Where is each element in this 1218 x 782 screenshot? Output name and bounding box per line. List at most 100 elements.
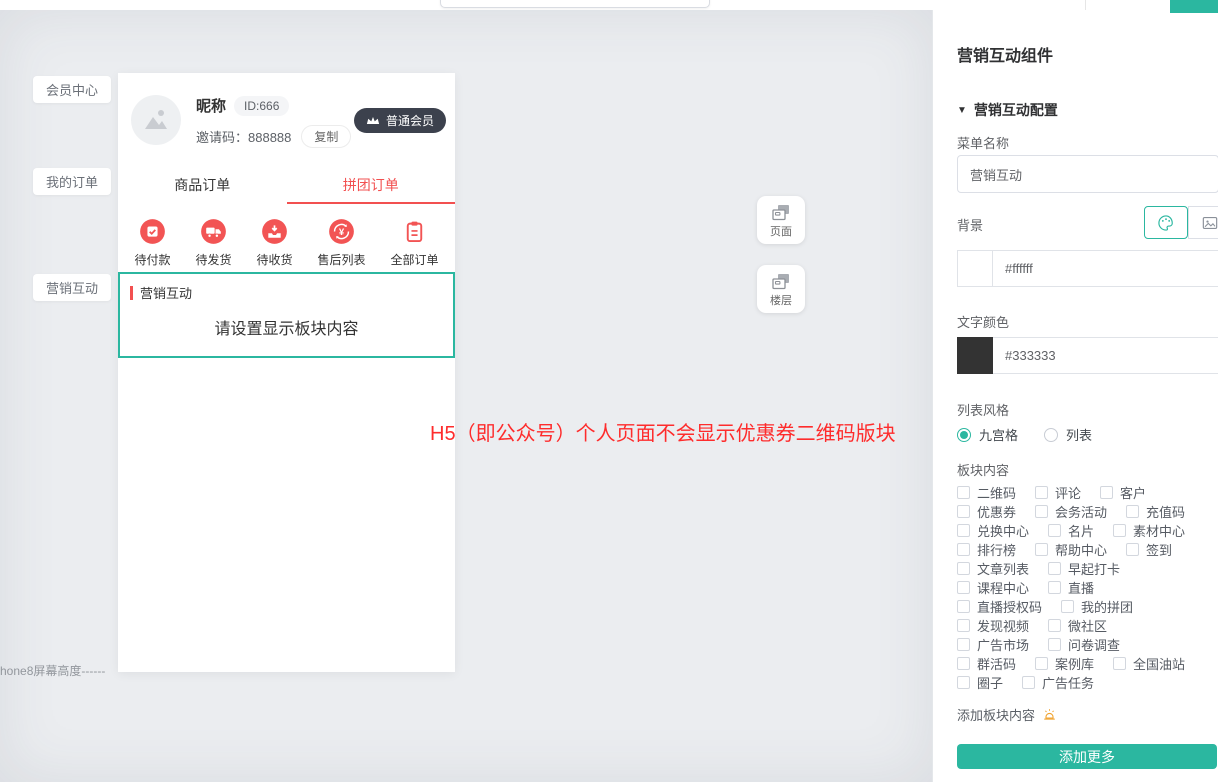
checkbox-label: 群活码 <box>977 654 1016 673</box>
checkbox-icon[interactable] <box>957 524 970 537</box>
canvas-tag-my-orders[interactable]: 我的订单 <box>33 168 111 195</box>
checkbox-icon[interactable] <box>1022 676 1035 689</box>
phone-preview: 昵称 ID:666 邀请码：888888 复制 普通会员 商品订单 拼团订单 <box>118 73 455 672</box>
canvas-tag-marketing[interactable]: 营销互动 <box>33 274 111 301</box>
tab-group-orders[interactable]: 拼团订单 <box>287 170 456 204</box>
checkbox-icon[interactable] <box>957 619 970 632</box>
checkbox-comments[interactable]: 评论 <box>1035 483 1081 502</box>
radio-grid-style[interactable]: 九宫格 <box>957 425 1018 444</box>
checkbox-micro-community[interactable]: 微社区 <box>1048 616 1107 635</box>
checkbox-label: 微社区 <box>1068 616 1107 635</box>
screen-height-note: hone8屏幕高度------ <box>0 662 105 679</box>
palette-icon <box>1156 213 1176 233</box>
radio-unselected-icon[interactable] <box>1044 428 1058 442</box>
member-level-badge[interactable]: 普通会员 <box>354 108 446 133</box>
checkbox-label: 全国油站 <box>1133 654 1185 673</box>
checkbox-row: 群活码 案例库 全国油站 <box>957 654 1218 673</box>
radio-selected-icon[interactable] <box>957 428 971 442</box>
config-section-header[interactable]: ▼ 营销互动配置 <box>957 100 1058 120</box>
checkbox-icon[interactable] <box>957 657 970 670</box>
floor-layers-button[interactable]: 楼层 <box>757 265 805 313</box>
marketing-block-selected[interactable]: 营销互动 请设置显示板块内容 <box>118 272 455 358</box>
checkbox-ad-market[interactable]: 广告市场 <box>957 635 1029 654</box>
checkbox-icon[interactable] <box>1035 657 1048 670</box>
checkbox-early-rise[interactable]: 早起打卡 <box>1048 559 1120 578</box>
radio-list-style[interactable]: 列表 <box>1044 425 1092 444</box>
text-color-row <box>957 337 1218 374</box>
checkbox-material-center[interactable]: 素材中心 <box>1113 521 1185 540</box>
checkbox-article-list[interactable]: 文章列表 <box>957 559 1029 578</box>
checkbox-recharge-code[interactable]: 充值码 <box>1126 502 1185 521</box>
checkbox-icon[interactable] <box>1126 505 1139 518</box>
checkbox-circle[interactable]: 圈子 <box>957 673 1003 692</box>
checkbox-live-auth-code[interactable]: 直播授权码 <box>957 597 1042 616</box>
order-item-all-orders[interactable]: 全部订单 <box>390 218 438 268</box>
checkbox-icon[interactable] <box>1048 619 1061 632</box>
text-color-input[interactable] <box>993 337 1218 374</box>
checkbox-group-live-code[interactable]: 群活码 <box>957 654 1016 673</box>
background-color-input[interactable] <box>993 250 1218 287</box>
checkbox-gas-station[interactable]: 全国油站 <box>1113 654 1185 673</box>
checkbox-ad-task[interactable]: 广告任务 <box>1022 673 1094 692</box>
checkbox-icon[interactable] <box>957 638 970 651</box>
checkbox-icon[interactable] <box>957 562 970 575</box>
order-item-pending-shipment[interactable]: 待发货 <box>195 218 231 268</box>
order-item-after-sales[interactable]: ¥ 售后列表 <box>317 218 365 268</box>
checkbox-icon[interactable] <box>1113 657 1126 670</box>
background-color-swatch[interactable] <box>957 250 993 287</box>
checkbox-coupons[interactable]: 优惠券 <box>957 502 1016 521</box>
tab-product-orders[interactable]: 商品订单 <box>118 170 287 204</box>
checkbox-icon[interactable] <box>957 676 970 689</box>
checkbox-icon[interactable] <box>1126 543 1139 556</box>
checkbox-icon[interactable] <box>1113 524 1126 537</box>
checkbox-icon[interactable] <box>1061 600 1074 613</box>
checkbox-ranking[interactable]: 排行榜 <box>957 540 1016 559</box>
order-status-row: 待付款 待发货 待收货 <box>118 204 455 278</box>
topbar-search-input[interactable] <box>440 0 710 8</box>
checkbox-course-center[interactable]: 课程中心 <box>957 578 1029 597</box>
checkbox-business-card[interactable]: 名片 <box>1048 521 1094 540</box>
checkbox-icon[interactable] <box>957 505 970 518</box>
profile-line-1: 昵称 ID:666 <box>196 95 289 116</box>
checkbox-icon[interactable] <box>957 600 970 613</box>
copy-button[interactable]: 复制 <box>301 125 351 148</box>
checkbox-help-center[interactable]: 帮助中心 <box>1035 540 1107 559</box>
h5-note-annotation: H5（即公众号）个人页面不会显示优惠券二维码版块 <box>430 417 896 446</box>
checkbox-label: 案例库 <box>1055 654 1094 673</box>
checkbox-icon[interactable] <box>1035 486 1048 499</box>
checkbox-exchange-center[interactable]: 兑换中心 <box>957 521 1029 540</box>
alarm-icon[interactable] <box>1041 706 1058 723</box>
background-color-mode-button[interactable] <box>1144 206 1188 239</box>
checkbox-discover-video[interactable]: 发现视频 <box>957 616 1029 635</box>
checkbox-icon[interactable] <box>957 581 970 594</box>
checkbox-live[interactable]: 直播 <box>1048 578 1094 597</box>
checkbox-qrcode[interactable]: 二维码 <box>957 483 1016 502</box>
background-image-mode-button[interactable] <box>1188 206 1218 239</box>
menu-name-input[interactable] <box>957 155 1218 193</box>
checkbox-icon[interactable] <box>957 486 970 499</box>
checkbox-case-library[interactable]: 案例库 <box>1035 654 1094 673</box>
checkbox-customers[interactable]: 客户 <box>1100 483 1146 502</box>
checkbox-checkin[interactable]: 签到 <box>1126 540 1172 559</box>
order-item-pending-receipt[interactable]: 待收货 <box>256 218 292 268</box>
order-tabs: 商品订单 拼团订单 <box>118 170 455 204</box>
order-item-pending-payment[interactable]: 待付款 <box>134 218 170 268</box>
topbar-primary-button[interactable] <box>1170 0 1218 13</box>
page-layers-button[interactable]: 页面 <box>757 196 805 244</box>
checkbox-icon[interactable] <box>1048 581 1061 594</box>
checkbox-conference[interactable]: 会务活动 <box>1035 502 1107 521</box>
checkbox-icon[interactable] <box>1035 505 1048 518</box>
checkbox-icon[interactable] <box>1100 486 1113 499</box>
checkbox-icon[interactable] <box>1048 562 1061 575</box>
checkbox-icon[interactable] <box>957 543 970 556</box>
text-color-swatch[interactable] <box>957 337 993 374</box>
checkbox-my-groupbuy[interactable]: 我的拼团 <box>1061 597 1133 616</box>
checkbox-questionnaire[interactable]: 问卷调查 <box>1048 635 1120 654</box>
add-more-button[interactable]: 添加更多 <box>957 744 1217 769</box>
checkbox-label: 广告市场 <box>977 635 1029 654</box>
checkbox-icon[interactable] <box>1048 524 1061 537</box>
checkbox-icon[interactable] <box>1035 543 1048 556</box>
canvas-tag-member-center[interactable]: 会员中心 <box>33 76 111 103</box>
checkbox-icon[interactable] <box>1048 638 1061 651</box>
checkbox-label: 优惠券 <box>977 502 1016 521</box>
